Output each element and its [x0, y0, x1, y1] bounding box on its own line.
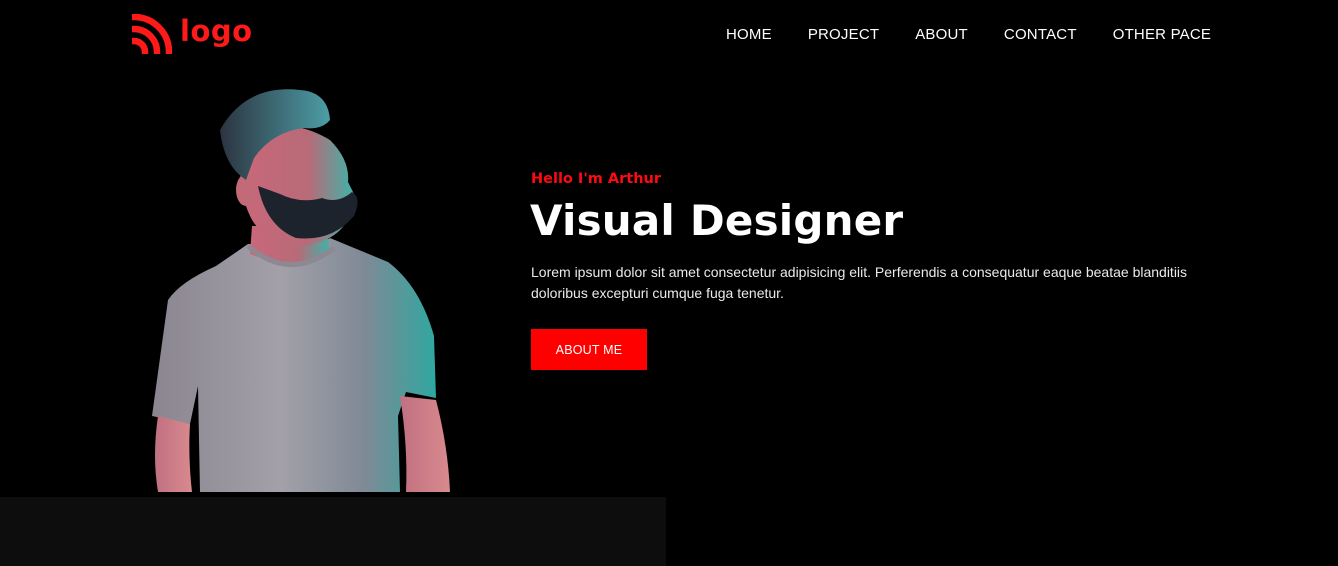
nav-item-other-pace[interactable]: OTHER PACE: [1113, 26, 1211, 43]
nav-item-contact[interactable]: CONTACT: [1004, 26, 1077, 43]
nav-item-project[interactable]: PROJECT: [808, 26, 879, 43]
main-nav: HOME PROJECT ABOUT CONTACT OTHER PACE: [726, 26, 1211, 43]
logo[interactable]: logo: [132, 14, 253, 54]
hero-portrait-image: [152, 89, 450, 492]
bottom-panel: [0, 497, 666, 566]
hero-title: Visual Designer: [530, 196, 904, 245]
landing-page: logo HOME PROJECT ABOUT CONTACT OTHER PA…: [0, 0, 1338, 566]
nav-item-about[interactable]: ABOUT: [915, 26, 968, 43]
hero-greeting: Hello I'm Arthur: [531, 171, 662, 187]
about-me-button[interactable]: ABOUT ME: [531, 329, 647, 370]
nav-item-home[interactable]: HOME: [726, 26, 772, 43]
logo-text: logo: [180, 13, 253, 48]
rss-feed-icon: [132, 14, 172, 54]
hero-description: Lorem ipsum dolor sit amet consectetur a…: [531, 264, 1188, 301]
